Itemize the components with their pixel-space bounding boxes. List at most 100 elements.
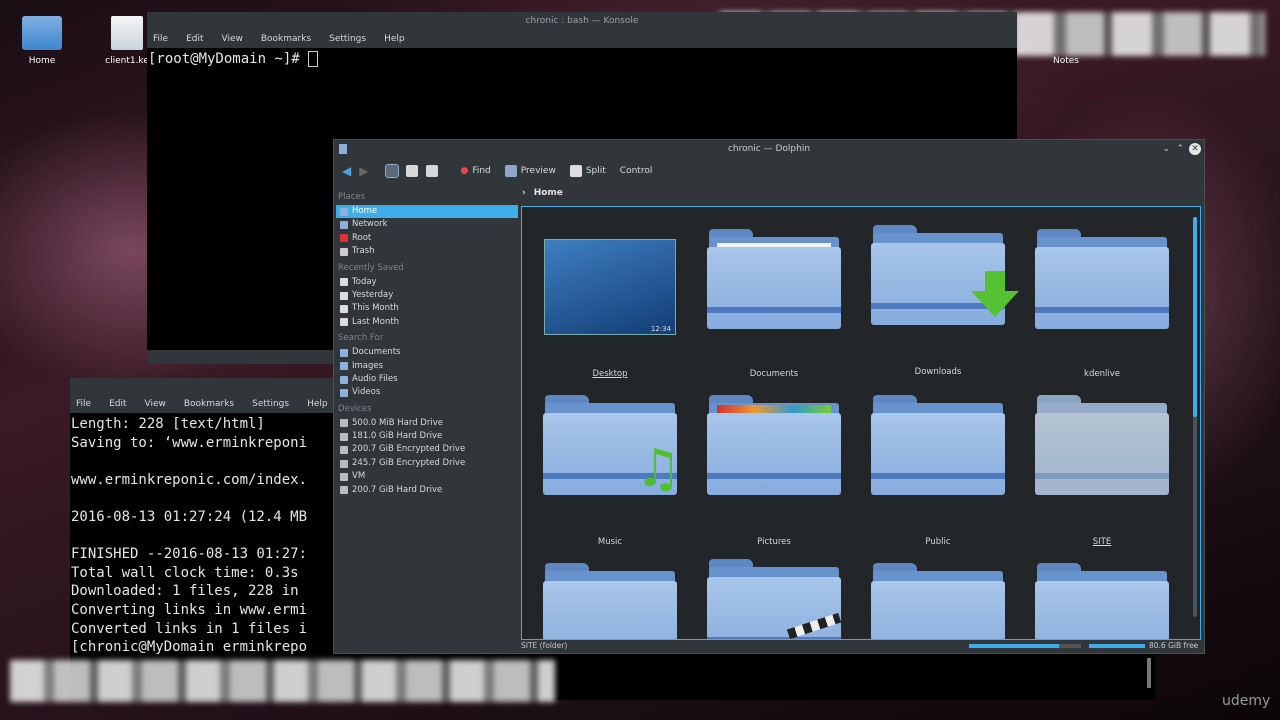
close-icon[interactable]: ✕ — [1189, 143, 1201, 155]
sidebar-item-label: Root — [352, 232, 372, 243]
konsole-title: chronic : bash — Konsole — [525, 16, 639, 26]
sidebar-item-label: Home — [352, 206, 378, 216]
file-view[interactable]: 12:34 Desktop Documents Downloads kdenli… — [521, 206, 1201, 640]
scrollbar-thumb[interactable] — [1193, 217, 1197, 417]
menu-view[interactable]: View — [222, 30, 243, 48]
back-arrow-icon[interactable]: ◀ — [342, 164, 351, 178]
sidebar-item-trash[interactable]: Trash — [336, 245, 518, 258]
root-icon — [340, 234, 348, 243]
folder-icon — [707, 559, 842, 639]
konsole-menubar: File Edit View Bookmarks Settings Help — [147, 30, 1017, 48]
preview-label: Preview — [520, 166, 556, 176]
sidebar-item-documents[interactable]: Documents — [336, 346, 518, 359]
file-item-pictures[interactable]: Pictures — [699, 395, 849, 555]
dolphin-title: chronic — Dolphin — [727, 144, 811, 154]
file-item-music[interactable]: ♫ Music — [535, 395, 685, 555]
file-item-folder[interactable] — [1027, 563, 1177, 639]
file-item-desktop[interactable]: 12:34 Desktop — [535, 227, 685, 387]
menu-file[interactable]: File — [153, 30, 168, 48]
sidebar-item-device[interactable]: 500.0 MiB Hard Drive — [336, 417, 518, 430]
icons-view-icon[interactable] — [385, 164, 400, 178]
split-button[interactable]: Split — [569, 165, 606, 177]
sidebar-item-network[interactable]: Network — [336, 218, 518, 231]
sidebar-item-device[interactable]: VM — [336, 470, 518, 483]
folder-icon — [1035, 563, 1169, 639]
home-icon — [340, 207, 348, 216]
menu-help[interactable]: Help — [384, 30, 405, 48]
scrollbar[interactable] — [1147, 658, 1151, 688]
compact-view-icon[interactable] — [406, 165, 419, 177]
control-button[interactable]: Control — [620, 166, 653, 176]
dolphin-titlebar[interactable]: chronic — Dolphin ⌄ ⌃ ✕ — [334, 140, 1204, 158]
desktop-thumbnail: 12:34 — [544, 239, 676, 335]
home-folder-icon — [22, 16, 62, 50]
folder-icon — [707, 395, 841, 495]
folder-icon — [543, 563, 677, 639]
menu-bookmarks[interactable]: Bookmarks — [261, 30, 311, 48]
sidebar-item-device[interactable]: 200.7 GiB Hard Drive — [336, 484, 518, 497]
audio-icon — [340, 375, 348, 384]
maximize-icon[interactable]: ⌃ — [1176, 140, 1184, 159]
sidebar-item-audio-files[interactable]: Audio Files — [336, 373, 518, 386]
sidebar-item-label: 200.7 GiB Encrypted Drive — [352, 444, 466, 455]
music-note-icon: ♫ — [635, 439, 682, 499]
sidebar-item-label: Audio Files — [352, 373, 398, 384]
sidebar-item-last-month[interactable]: Last Month — [336, 316, 518, 329]
folder-icon — [871, 563, 1005, 639]
minimize-icon[interactable]: ⌄ — [1162, 140, 1170, 159]
find-button[interactable]: ● Find — [460, 166, 490, 176]
blurred-caption-overlay — [10, 660, 555, 702]
sidebar-item-today[interactable]: Today — [336, 276, 518, 289]
preview-button[interactable]: Preview — [504, 165, 556, 177]
file-item-kdenlive[interactable]: kdenlive — [1027, 227, 1177, 387]
sidebar-item-this-month[interactable]: This Month — [336, 302, 518, 315]
drive-icon — [340, 472, 348, 481]
sidebar-item-root[interactable]: Root — [336, 232, 518, 245]
zoom-slider[interactable] — [969, 644, 1081, 648]
dolphin-window[interactable]: chronic — Dolphin ⌄ ⌃ ✕ ◀ ▶ ● Find Previe… — [333, 139, 1205, 654]
network-icon — [340, 221, 348, 230]
breadcrumb[interactable]: › Home — [522, 188, 563, 198]
drive-icon — [340, 486, 348, 495]
sidebar-item-device[interactable]: 181.0 GiB Hard Drive — [336, 430, 518, 443]
file-item-downloads[interactable]: Downloads — [863, 225, 1019, 385]
folder-icon — [1035, 229, 1169, 329]
konsole-titlebar[interactable]: chronic : bash — Konsole — [147, 12, 1017, 30]
desktop-icon-home[interactable]: Home — [7, 16, 77, 66]
desktop-icon-label: Notes — [1053, 56, 1079, 66]
menu-edit[interactable]: Edit — [186, 30, 203, 48]
preview-icon — [504, 165, 517, 177]
sidebar-item-images[interactable]: Images — [336, 360, 518, 373]
file-item-folder[interactable] — [699, 559, 849, 639]
forward-arrow-icon[interactable]: ▶ — [359, 164, 368, 178]
devices-header: Devices — [338, 403, 372, 414]
file-item-folder[interactable] — [535, 563, 685, 639]
places-header: Places — [338, 192, 366, 202]
menu-bookmarks[interactable]: Bookmarks — [184, 395, 234, 413]
menu-settings[interactable]: Settings — [329, 30, 366, 48]
menu-edit[interactable]: Edit — [109, 395, 126, 413]
find-label: Find — [472, 166, 491, 176]
sidebar-item-videos[interactable]: Videos — [336, 386, 518, 399]
file-item-public[interactable]: Public — [863, 395, 1013, 555]
sidebar-item-label: VM — [352, 471, 366, 482]
menu-settings[interactable]: Settings — [252, 395, 289, 413]
sidebar-item-label: Network — [352, 219, 388, 230]
free-space-label: 80.6 GiB free — [1149, 641, 1199, 650]
menu-file[interactable]: File — [76, 395, 91, 413]
sidebar-item-device[interactable]: 245.7 GiB Encrypted Drive — [336, 457, 518, 470]
menu-help[interactable]: Help — [307, 395, 328, 413]
free-space-bar — [1089, 644, 1145, 648]
sidebar-item-label: Documents — [352, 347, 401, 358]
sidebar-item-device[interactable]: 200.7 GiB Encrypted Drive — [336, 443, 518, 456]
view-scrollbar[interactable] — [1193, 217, 1197, 617]
file-item-site[interactable]: SITE — [1027, 395, 1177, 555]
calendar-icon — [340, 291, 348, 300]
sidebar-item-home[interactable]: Home — [336, 205, 518, 219]
menu-view[interactable]: View — [145, 395, 166, 413]
details-view-icon[interactable] — [426, 165, 439, 177]
file-item-folder[interactable] — [863, 563, 1013, 639]
terminal-area[interactable]: [root@MyDomain ~]# — [147, 48, 1017, 69]
file-item-documents[interactable]: Documents — [699, 227, 849, 387]
sidebar-item-yesterday[interactable]: Yesterday — [336, 289, 518, 302]
